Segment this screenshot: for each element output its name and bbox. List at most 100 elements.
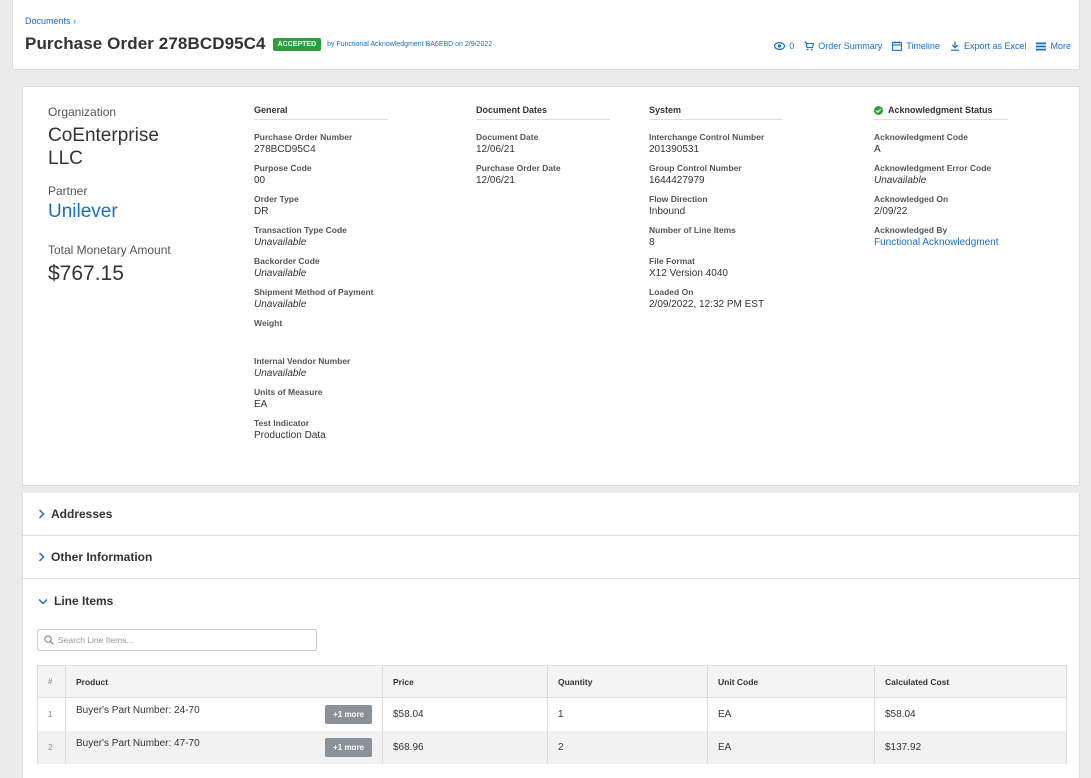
field-label: Number of Line Items bbox=[649, 225, 736, 235]
row-number: 1 bbox=[37, 697, 66, 731]
acknowledgment-link[interactable]: by Functional Acknowledgment BA6EBD on 2… bbox=[327, 41, 492, 48]
field-file-format: File Format X12 Version 4040 bbox=[649, 256, 783, 280]
field-value: A bbox=[874, 144, 881, 155]
field-label: Transaction Type Code bbox=[254, 225, 347, 235]
addresses-section: Addresses bbox=[22, 493, 1080, 536]
field-label: Shipment Method of Payment bbox=[254, 287, 374, 297]
summary-panel: Organization CoEnterprise LLC Partner Un… bbox=[48, 105, 198, 286]
field-label: Group Control Number bbox=[649, 163, 742, 173]
ack-by-link[interactable]: Functional Acknowledgment bbox=[874, 237, 1008, 249]
field-label: Units of Measure bbox=[254, 387, 323, 397]
ack-heading: Acknowledgment Status bbox=[874, 105, 1008, 120]
header-actions: 0 Order Summary Timeline Export as Excel… bbox=[774, 41, 1071, 51]
col-price[interactable]: Price bbox=[382, 665, 548, 698]
col-calculated-cost[interactable]: Calculated Cost bbox=[874, 665, 1067, 698]
field-value: X12 Version 4040 bbox=[649, 268, 728, 279]
table-header-row: # Product Price Quantity Unit Code Calcu… bbox=[37, 665, 1067, 698]
field-value: 12/06/21 bbox=[476, 175, 515, 186]
partner-link[interactable]: Unilever bbox=[48, 201, 198, 223]
field-value: Unavailable bbox=[254, 299, 307, 310]
total-amount-value: $767.15 bbox=[48, 262, 124, 285]
field-label: Test Indicator bbox=[254, 418, 310, 428]
table-row[interactable]: 1 Buyer's Part Number: 24-70 +1 more $58… bbox=[37, 697, 1067, 731]
other-info-toggle[interactable]: Other Information bbox=[38, 550, 152, 564]
check-circle-icon bbox=[874, 105, 883, 115]
field-value: 278BCD95C4 bbox=[254, 144, 316, 155]
chevron-right-icon bbox=[38, 509, 45, 519]
field-document-date: Document Date 12/06/21 bbox=[476, 132, 610, 156]
addresses-toggle[interactable]: Addresses bbox=[38, 507, 112, 521]
product-text: Buyer's Part Number: 24-70 bbox=[76, 704, 200, 716]
timeline-label: Timeline bbox=[906, 41, 940, 51]
field-label: Weight bbox=[254, 318, 283, 328]
field-po-number: Purchase Order Number 278BCD95C4 bbox=[254, 132, 388, 156]
field-interchange-number: Interchange Control Number 201390531 bbox=[649, 132, 783, 156]
col-unit-code[interactable]: Unit Code bbox=[707, 665, 875, 698]
more-menu-button[interactable]: More bbox=[1036, 41, 1071, 51]
row-calculated-cost: $137.92 bbox=[874, 730, 1067, 764]
col-quantity[interactable]: Quantity bbox=[547, 665, 708, 698]
details-card: Organization CoEnterprise LLC Partner Un… bbox=[22, 86, 1080, 486]
purchase-order-page: Documents › Purchase Order 278BCD95C4 AC… bbox=[0, 0, 1091, 778]
views-count: 0 bbox=[789, 41, 795, 51]
field-test-indicator: Test Indicator Production Data bbox=[254, 418, 388, 442]
field-loaded-on: Loaded On 2/09/2022, 12:32 PM EST bbox=[649, 287, 783, 311]
col-number[interactable]: # bbox=[37, 665, 66, 698]
field-value: 8 bbox=[649, 237, 655, 248]
row-quantity: 2 bbox=[547, 730, 708, 764]
line-items-table: # Product Price Quantity Unit Code Calcu… bbox=[37, 665, 1067, 764]
system-column: System Interchange Control Number 201390… bbox=[649, 105, 783, 311]
field-label: Purchase Order Date bbox=[476, 163, 561, 173]
table-row[interactable]: 2 Buyer's Part Number: 47-70 +1 more $68… bbox=[37, 730, 1067, 764]
field-label: Flow Direction bbox=[649, 194, 708, 204]
row-price: $58.04 bbox=[382, 697, 548, 731]
line-items-toggle[interactable]: Line Items bbox=[38, 594, 113, 608]
ack-status-column: Acknowledgment Status Acknowledgment Cod… bbox=[874, 105, 1008, 249]
order-summary-button[interactable]: Order Summary bbox=[804, 41, 882, 51]
field-value: DR bbox=[254, 206, 269, 217]
product-text: Buyer's Part Number: 47-70 bbox=[76, 737, 200, 749]
export-excel-button[interactable]: Export as Excel bbox=[950, 41, 1026, 51]
status-badge: ACCEPTED bbox=[272, 37, 322, 51]
views-button[interactable]: 0 bbox=[774, 41, 794, 51]
field-shipment-method: Shipment Method of Payment Unavailable bbox=[254, 287, 388, 311]
partner-label: Partner bbox=[48, 184, 88, 198]
more-details-button[interactable]: +1 more bbox=[325, 737, 372, 757]
field-label: Acknowledged On bbox=[874, 194, 949, 204]
field-value: Unavailable bbox=[254, 368, 307, 379]
field-weight: Weight bbox=[254, 318, 388, 342]
row-product: Buyer's Part Number: 24-70 +1 more bbox=[65, 697, 383, 731]
timeline-button[interactable]: Timeline bbox=[892, 41, 940, 51]
addresses-title: Addresses bbox=[51, 507, 113, 521]
dates-heading: Document Dates bbox=[476, 105, 610, 120]
col-product[interactable]: Product bbox=[65, 665, 383, 698]
breadcrumb-documents[interactable]: Documents › bbox=[25, 16, 76, 26]
eye-icon bbox=[774, 42, 786, 50]
field-ack-code: Acknowledgment Code A bbox=[874, 132, 1008, 156]
organization-name: CoEnterprise LLC bbox=[48, 125, 159, 169]
field-units-of-measure: Units of Measure EA bbox=[254, 387, 388, 411]
field-transaction-type: Transaction Type Code Unavailable bbox=[254, 225, 388, 249]
more-details-button[interactable]: +1 more bbox=[325, 704, 372, 724]
field-value: 2/09/22 bbox=[874, 206, 908, 217]
row-price: $68.96 bbox=[382, 730, 548, 764]
search-input[interactable] bbox=[58, 635, 298, 645]
field-group-control: Group Control Number 1644427979 bbox=[649, 163, 783, 187]
general-heading: General bbox=[254, 105, 388, 120]
field-value: Unavailable bbox=[874, 175, 927, 186]
field-value: 12/06/21 bbox=[476, 144, 515, 155]
row-product: Buyer's Part Number: 47-70 +1 more bbox=[65, 730, 383, 764]
field-label: Order Type bbox=[254, 194, 299, 204]
field-value bbox=[254, 330, 388, 342]
field-label: Acknowledgment Code bbox=[874, 132, 968, 142]
chevron-down-icon bbox=[38, 598, 48, 605]
line-items-section: Line Items # Product Price Quantity Unit… bbox=[22, 579, 1080, 778]
line-items-title: Line Items bbox=[54, 594, 114, 608]
field-label: Interchange Control Number bbox=[649, 132, 765, 142]
field-label: Backorder Code bbox=[254, 256, 320, 266]
field-value: EA bbox=[254, 399, 268, 410]
page-title: Purchase Order 278BCD95C4 bbox=[25, 34, 266, 53]
field-label: Document Date bbox=[476, 132, 539, 142]
other-info-section: Other Information bbox=[22, 536, 1080, 579]
line-items-search bbox=[37, 629, 317, 651]
